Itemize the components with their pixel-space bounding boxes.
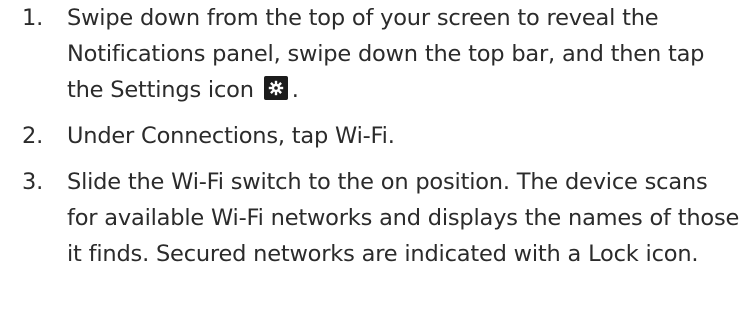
step-number: 2. <box>22 123 44 149</box>
step-text: Swipe down from the top of your screen t… <box>67 5 705 103</box>
step-text-end: . <box>291 77 299 103</box>
step-number: 3. <box>22 169 44 195</box>
step-3: 3. Slide the Wi-Fi switch to the on posi… <box>0 164 742 272</box>
step-2: 2. Under Connections, tap Wi-Fi. <box>0 118 742 154</box>
instruction-steps-list: 1. Swipe down from the top of your scree… <box>0 0 742 272</box>
step-1: 1. Swipe down from the top of your scree… <box>0 0 742 108</box>
step-number: 1. <box>22 5 44 31</box>
step-text: Under Connections, tap Wi-Fi. <box>67 123 395 149</box>
settings-gear-icon <box>263 76 288 100</box>
step-text: Slide the Wi-Fi switch to the on positio… <box>67 169 740 267</box>
